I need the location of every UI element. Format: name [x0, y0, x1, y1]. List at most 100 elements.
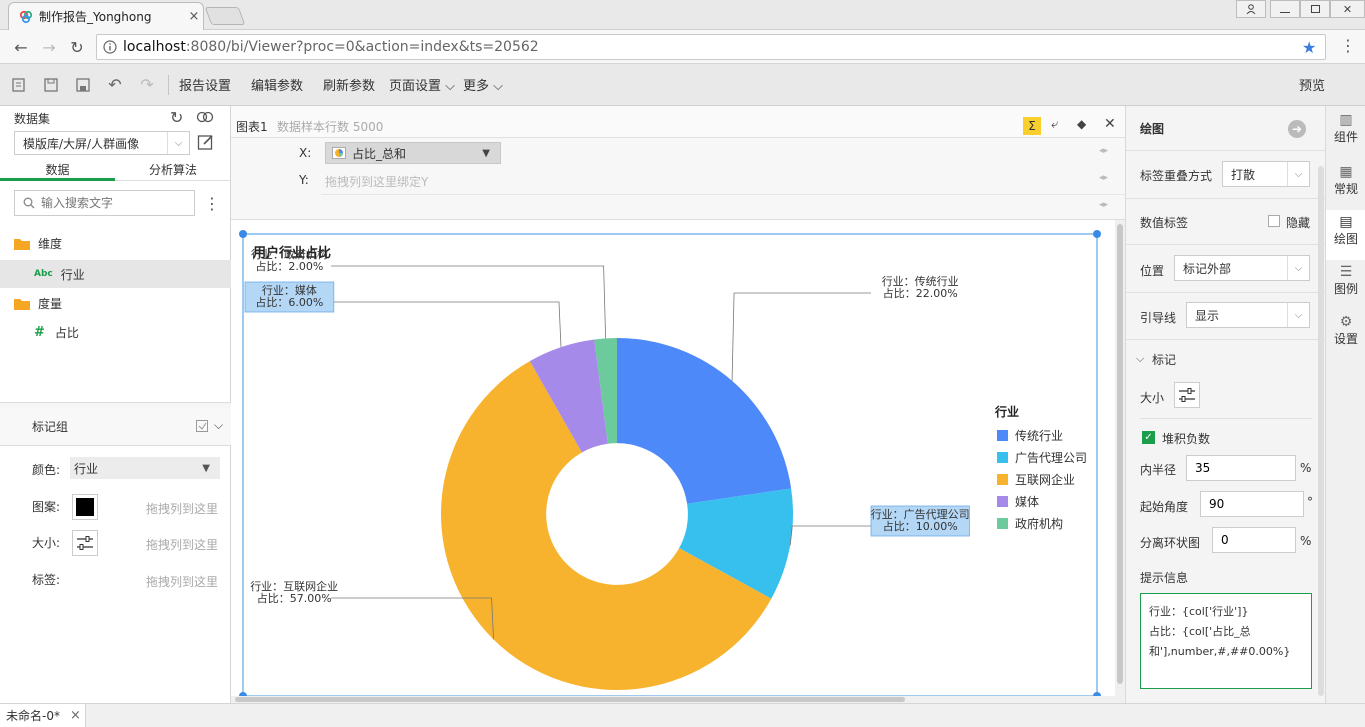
- value-label-title: 数值标签: [1140, 216, 1189, 230]
- profile-icon[interactable]: [1236, 0, 1266, 18]
- hide-checkbox[interactable]: [1268, 215, 1280, 227]
- new-report-icon[interactable]: [6, 72, 32, 98]
- leader-line-select[interactable]: 显示 ⌵: [1186, 302, 1310, 328]
- tag-drop-hint[interactable]: 拖拽列到这里: [146, 573, 218, 590]
- size-slider-icon[interactable]: [72, 530, 98, 556]
- measure-folder[interactable]: 度量: [14, 295, 62, 312]
- reload-icon[interactable]: ↻: [66, 36, 88, 58]
- close-chart-icon[interactable]: ✕: [1104, 116, 1116, 132]
- menu-dots-icon[interactable]: ⋮: [1340, 36, 1356, 55]
- legend-item-label[interactable]: 广告代理公司: [1015, 451, 1087, 465]
- shape-drop-hint[interactable]: 拖拽列到这里: [146, 500, 218, 517]
- nav-draw[interactable]: ▤ 绘图: [1326, 210, 1365, 260]
- sheet-close-icon[interactable]: ×: [70, 708, 81, 723]
- inner-radius-input[interactable]: [1186, 455, 1296, 481]
- data-label: 占比：22.00%: [883, 286, 958, 300]
- more-menu[interactable]: 更多 ⌵: [463, 75, 503, 94]
- vertical-scrollbar[interactable]: [1115, 220, 1125, 703]
- chart-svg[interactable]: 用户行业占比 行业：传统行业占比：22.00%行业：广告代理公司占比：10.00…: [231, 220, 1113, 696]
- restore-icon[interactable]: [1300, 0, 1330, 18]
- search-input[interactable]: [41, 196, 181, 210]
- size-label: 大小:: [32, 536, 61, 550]
- save-as-icon[interactable]: [70, 72, 96, 98]
- legend-swatch[interactable]: [997, 430, 1008, 441]
- refresh-params-menu[interactable]: 刷新参数: [323, 75, 375, 94]
- x-scroll-arrows-icon[interactable]: ◂▸: [1099, 146, 1108, 156]
- dataset-value: 模版库/大屏/人群画像: [23, 136, 140, 151]
- properties-scrollbar[interactable]: [1318, 166, 1324, 696]
- legend-item-label[interactable]: 传统行业: [1015, 428, 1063, 443]
- edit-dataset-icon[interactable]: [197, 133, 215, 154]
- tab-data[interactable]: 数据: [0, 161, 115, 181]
- position-select[interactable]: 标记外部 ⌵: [1174, 255, 1310, 281]
- size-drop-hint[interactable]: 拖拽列到这里: [146, 536, 218, 553]
- x-binding-pill[interactable]: 占比_总和 ▼: [325, 142, 501, 164]
- eraser-icon[interactable]: ◆: [1077, 117, 1086, 131]
- link-dataset-icon[interactable]: [196, 110, 214, 127]
- preview-button[interactable]: 预览: [1299, 75, 1325, 94]
- mark-size-slider-icon[interactable]: [1174, 382, 1200, 408]
- minimize-icon[interactable]: [1270, 0, 1300, 18]
- dataset-select[interactable]: 模版库/大屏/人群画像 ⌵: [14, 131, 190, 155]
- shape-picker[interactable]: [72, 494, 98, 520]
- bookmark-star-icon[interactable]: ★: [1302, 38, 1316, 57]
- measure-item[interactable]: # 占比: [34, 324, 79, 341]
- redo-icon[interactable]: ↷: [134, 72, 160, 98]
- y-drop-hint[interactable]: 拖拽列到这里绑定Y: [325, 173, 428, 190]
- search-box[interactable]: [14, 190, 195, 216]
- page-settings-menu[interactable]: 页面设置 ⌵: [389, 75, 455, 94]
- arrow-right-icon[interactable]: ➜: [1288, 120, 1306, 138]
- save-icon[interactable]: [38, 72, 64, 98]
- sum-icon[interactable]: Σ: [1023, 117, 1041, 135]
- legend-item-label[interactable]: 政府机构: [1015, 516, 1063, 531]
- close-window-icon[interactable]: ✕: [1330, 0, 1365, 18]
- legend-item-label[interactable]: 媒体: [1015, 495, 1039, 509]
- nav-legend[interactable]: ☰ 图例: [1326, 264, 1365, 310]
- back-icon[interactable]: ←: [10, 36, 32, 58]
- tooltip-editor[interactable]: 行业：{col['行业']} 占比：{col['占比_总 和'],number,…: [1140, 593, 1312, 689]
- info-icon[interactable]: [103, 40, 117, 54]
- legend-swatch[interactable]: [997, 518, 1008, 529]
- leader-line-value: 显示: [1195, 308, 1220, 323]
- refresh-dataset-icon[interactable]: ↻: [170, 108, 183, 127]
- nav-settings[interactable]: ⚙ 设置: [1326, 314, 1365, 360]
- legend-swatch[interactable]: [997, 452, 1008, 463]
- pie-chart-icon: [332, 147, 346, 159]
- chart-tab-label[interactable]: 图表1: [236, 118, 268, 135]
- y-scroll-arrows-icon[interactable]: ◂▸: [1099, 173, 1108, 183]
- undo-icon[interactable]: ↶: [102, 72, 128, 98]
- report-settings-menu[interactable]: 报告设置: [179, 75, 231, 94]
- horizontal-scrollbar[interactable]: [231, 696, 1115, 703]
- legend-swatch[interactable]: [997, 496, 1008, 507]
- stack-negative-checkbox[interactable]: ✓: [1142, 431, 1155, 444]
- forward-icon[interactable]: →: [38, 36, 60, 58]
- list-menu-icon[interactable]: ⋮: [204, 194, 220, 213]
- sheet-tab[interactable]: 未命名-0* ×: [0, 704, 86, 727]
- resize-handle[interactable]: [1093, 230, 1101, 238]
- resize-handle[interactable]: [239, 230, 247, 238]
- nav-components[interactable]: ▥ 组件: [1326, 112, 1365, 158]
- legend-title: 行业: [994, 404, 1019, 419]
- mark-group-style-icon[interactable]: [196, 420, 208, 435]
- legend-swatch[interactable]: [997, 474, 1008, 485]
- start-angle-unit: °: [1307, 495, 1313, 509]
- extra-scroll-arrows-icon[interactable]: ◂▸: [1099, 200, 1108, 210]
- legend-item-label[interactable]: 互联网企业: [1015, 472, 1075, 487]
- start-angle-input[interactable]: [1200, 491, 1304, 517]
- chevron-down-icon[interactable]: ⌵: [1136, 352, 1144, 366]
- dimension-item[interactable]: Abc 行业: [0, 260, 231, 288]
- new-tab-button[interactable]: [204, 7, 246, 25]
- chevron-down-icon[interactable]: ⌵: [214, 418, 223, 433]
- browser-tab[interactable]: 制作报告_Yonghong ×: [8, 2, 204, 30]
- dimension-folder[interactable]: 维度: [14, 235, 62, 252]
- tab-close-icon[interactable]: ×: [185, 9, 203, 24]
- nav-general[interactable]: ▦ 常规: [1326, 164, 1365, 210]
- swap-axes-icon[interactable]: ⤶: [1051, 117, 1058, 132]
- overlap-select[interactable]: 打散 ⌵: [1222, 161, 1310, 187]
- color-binding[interactable]: 行业 ▼: [70, 457, 220, 479]
- edit-params-menu[interactable]: 编辑参数: [251, 75, 303, 94]
- dataset-label: 数据集: [14, 112, 51, 126]
- tab-analysis[interactable]: 分析算法: [115, 161, 231, 181]
- url-field[interactable]: localhost:8080/bi/Viewer?proc=0&action=i…: [96, 34, 1326, 60]
- explode-input[interactable]: [1212, 527, 1296, 553]
